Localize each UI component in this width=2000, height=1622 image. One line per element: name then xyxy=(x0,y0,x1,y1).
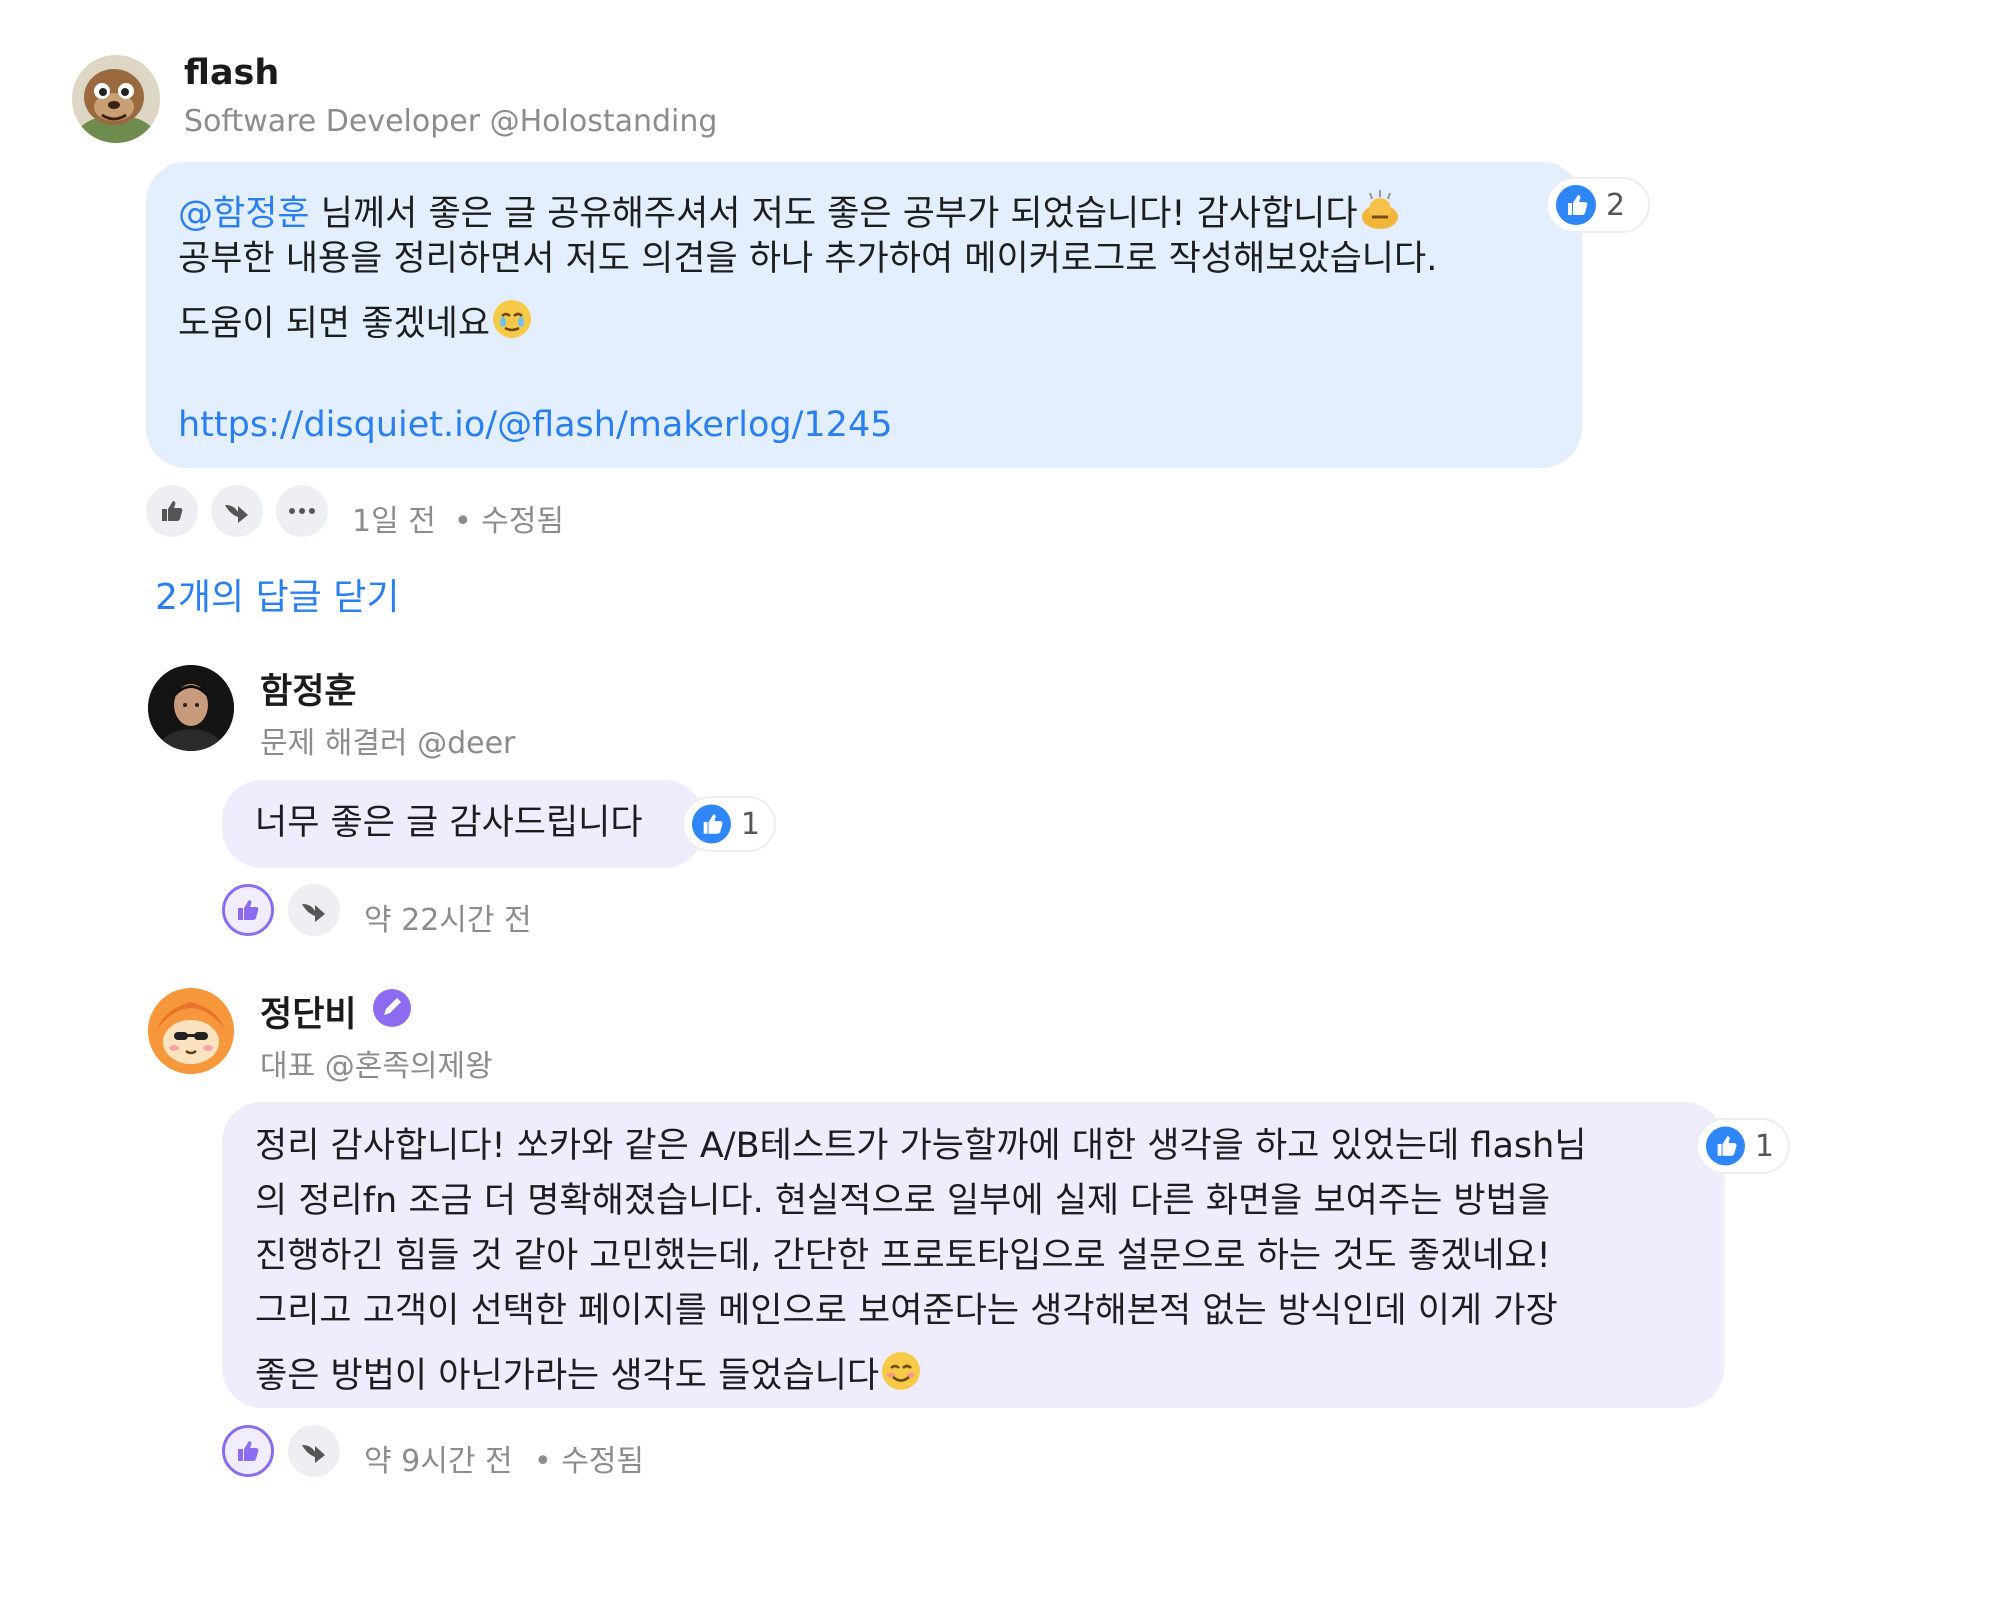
reply-2-like-button[interactable] xyxy=(222,1425,274,1477)
reply-1-time: 약 22시간 전 xyxy=(364,903,532,938)
makerlog-link[interactable]: https://disquiet.io/@flash/makerlog/1245 xyxy=(178,408,892,443)
avatar-reply-1-image xyxy=(148,665,234,751)
reply-2-subtitle: 대표 @혼족의제왕 xyxy=(260,1049,493,1084)
reaction-count: 2 xyxy=(1606,187,1626,223)
reply-1-subtitle: 문제 해결러 @deer xyxy=(260,726,516,761)
teary-smile-emoji xyxy=(490,297,534,348)
reply-2-line-1: 정리 감사합니다! 쏘카와 같은 A/B테스트가 가능할까에 대한 생각을 하고… xyxy=(255,1126,1587,1166)
smiling-face-emoji xyxy=(879,1349,923,1400)
more-dots-icon xyxy=(289,508,315,514)
comment-line-3: 도움이 되면 좋겠네요 xyxy=(178,297,534,348)
share-arrow-icon xyxy=(302,904,325,922)
reply-2-author[interactable]: 정단비 xyxy=(260,986,357,1037)
comment-time: 1일 전 xyxy=(352,504,436,539)
reaction-count: 1 xyxy=(1754,1128,1774,1164)
reply-1-share-button[interactable] xyxy=(288,884,340,936)
author-subtitle: Software Developer @Holostanding xyxy=(184,104,718,139)
reply-2-edited-label: • 수정됨 xyxy=(534,1444,645,1479)
more-button[interactable] xyxy=(276,485,328,537)
reply-2-line-5: 좋은 방법이 아닌가라는 생각도 들었습니다 xyxy=(255,1349,923,1400)
replies-toggle[interactable]: 2개의 답글 닫기 xyxy=(155,568,400,620)
avatar-flash-image xyxy=(72,55,160,143)
avatar-reply-1[interactable] xyxy=(148,665,234,751)
reply-1-reaction-badge[interactable]: 1 xyxy=(682,796,776,852)
thumbs-up-icon xyxy=(238,900,259,920)
verified-pen-icon xyxy=(372,988,412,1028)
reply-1-like-button[interactable] xyxy=(222,884,274,936)
share-button[interactable] xyxy=(211,485,263,537)
share-arrow-icon xyxy=(225,505,248,523)
reply-2-share-button[interactable] xyxy=(288,1425,340,1477)
mention-link[interactable]: @함정훈 xyxy=(178,194,310,234)
avatar-reply-2[interactable] xyxy=(148,988,234,1074)
edited-label: • 수정됨 xyxy=(454,504,565,539)
thumbs-up-icon xyxy=(238,1441,259,1461)
thumbs-up-badge-icon xyxy=(1705,1126,1745,1166)
share-arrow-icon xyxy=(302,1445,325,1463)
reply-2-reaction-badge[interactable]: 1 xyxy=(1696,1118,1790,1174)
comment-line-1: @함정훈 님께서 좋은 글 공유해주셔서 저도 좋은 공부가 되었습니다! 감사… xyxy=(178,187,1402,238)
thumbs-up-badge-icon xyxy=(691,804,731,844)
reply-2-time: 약 9시간 전 xyxy=(364,1444,513,1479)
avatar-flash[interactable] xyxy=(72,55,160,143)
thumbs-up-badge-icon xyxy=(1556,185,1596,225)
comment-line-2: 공부한 내용을 정리하면서 저도 의견을 하나 추가하여 메이커로그로 작성해보… xyxy=(178,239,1438,279)
reply-2-line-4: 그리고 고객이 선택한 페이지를 메인으로 보여준다는 생각해본적 없는 방식인… xyxy=(255,1291,1558,1331)
thumbs-up-icon xyxy=(162,501,183,521)
reaction-count: 1 xyxy=(740,806,760,842)
bowing-person-emoji xyxy=(1358,187,1402,238)
avatar-reply-2-image xyxy=(148,988,234,1074)
reply-1-text: 너무 좋은 글 감사드립니다 xyxy=(255,803,643,843)
reply-2-line-2: 의 정리fn 조금 더 명확해졌습니다. 현실적으로 일부에 실제 다른 화면을… xyxy=(255,1181,1551,1221)
reply-2-line-3: 진행하긴 힘들 것 같아 고민했는데, 간단한 프로토타입으로 설문으로 하는 … xyxy=(255,1236,1551,1276)
like-button[interactable] xyxy=(146,485,198,537)
author-name[interactable]: flash xyxy=(184,53,279,93)
reaction-badge[interactable]: 2 xyxy=(1546,177,1650,233)
reply-1-author[interactable]: 함정훈 xyxy=(260,663,357,714)
